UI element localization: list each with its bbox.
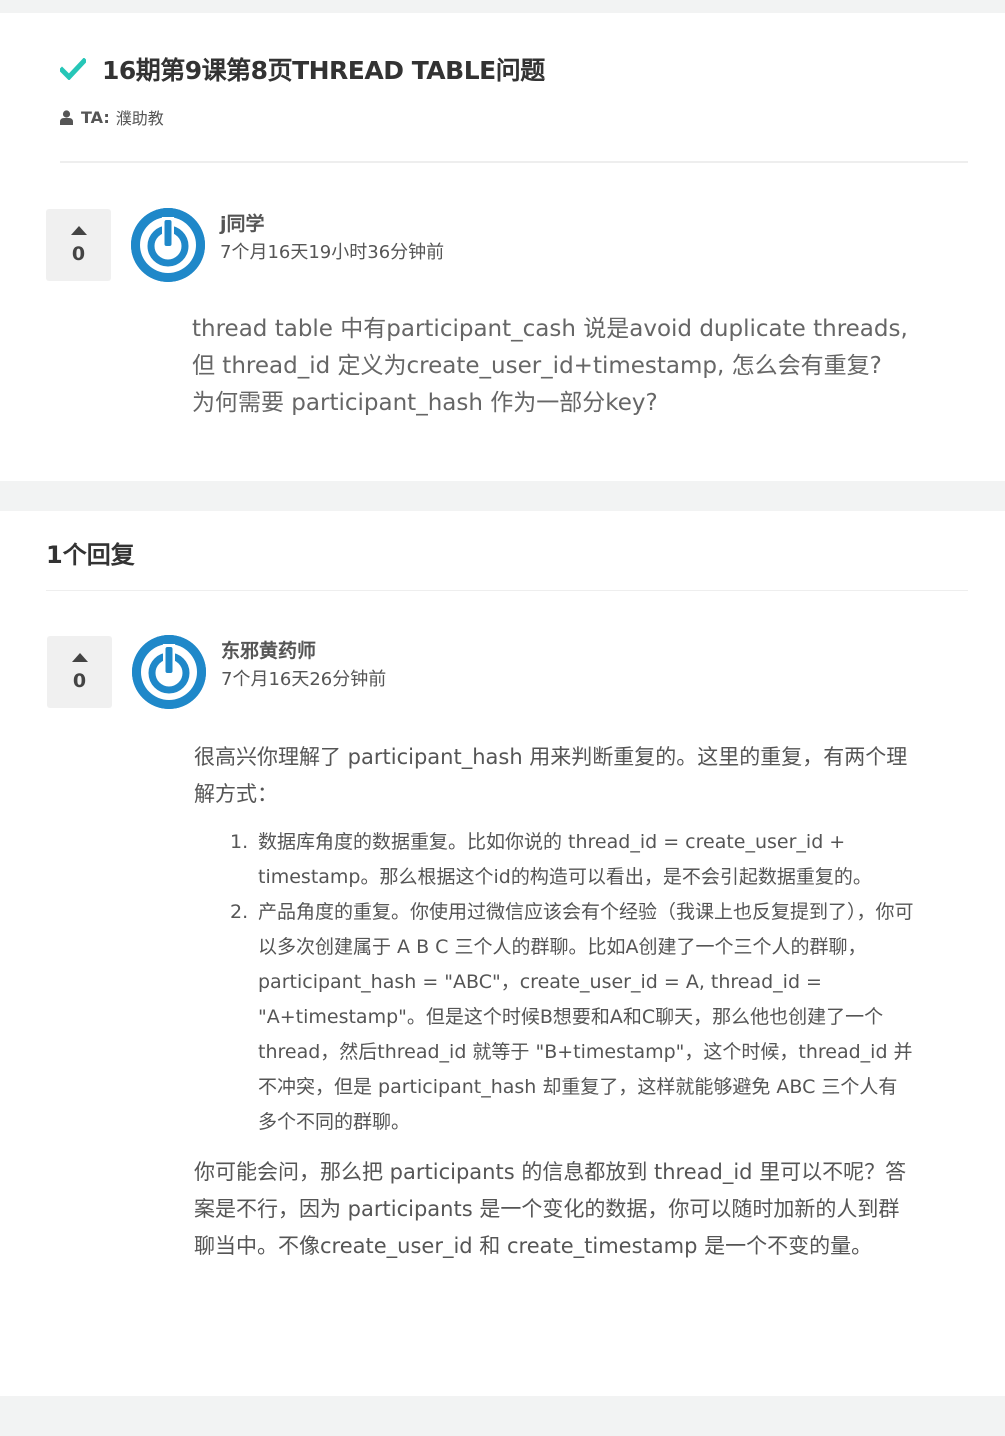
- list-item: 1. 数据库角度的数据重复。比如你说的 thread_id = create_u…: [194, 825, 914, 895]
- vote-up-icon[interactable]: [71, 652, 88, 662]
- vote-count: 0: [71, 242, 86, 265]
- avatar-power-icon: [132, 635, 206, 709]
- vote-up-icon[interactable]: [70, 225, 87, 235]
- answer-list: 1. 数据库角度的数据重复。比如你说的 thread_id = create_u…: [194, 825, 914, 1140]
- ta-name[interactable]: 濮助教: [116, 105, 164, 129]
- question-card: 16期第9课第8页THREAD TABLE问题 TA: 濮助教 0 j同学 7个…: [0, 13, 1005, 481]
- answer-intro: 很高兴你理解了 participant_hash 用来判断重复的。这里的重复，有…: [194, 745, 908, 806]
- list-number: 2.: [230, 901, 249, 923]
- list-item: 2. 产品角度的重复。你使用过微信应该会有个经验（我课上也反复提到了），你可以多…: [194, 895, 914, 1140]
- answer-author[interactable]: 东邪黄药师: [221, 636, 316, 663]
- question-title[interactable]: 16期第9课第8页THREAD TABLE问题: [102, 51, 545, 87]
- list-number: 1.: [230, 831, 249, 853]
- divider: [46, 590, 968, 591]
- answer-body: 很高兴你理解了 participant_hash 用来判断重复的。这里的重复，有…: [194, 739, 914, 1265]
- question-vote-box: 0: [46, 209, 111, 281]
- question-timestamp: 7个月16天19小时36分钟前: [220, 242, 445, 263]
- question-body-text: thread table 中有participant_cash 说是avoid …: [192, 316, 908, 416]
- answer-timestamp: 7个月16天26分钟前: [221, 669, 387, 690]
- reply-count: 1个回复: [46, 541, 135, 569]
- question-title-row: 16期第9课第8页THREAD TABLE问题: [60, 51, 545, 87]
- avatar-power-icon: [131, 208, 205, 282]
- divider: [60, 161, 968, 163]
- user-icon: [60, 109, 73, 125]
- check-icon: [60, 58, 86, 80]
- question-author[interactable]: j同学: [220, 209, 265, 236]
- answer-outro: 你可能会问，那么把 participants 的信息都放到 thread_id …: [194, 1160, 907, 1258]
- answers-card: 1个回复 0 东邪黄药师 7个月16天26分钟前 很高兴你理解了 partici…: [0, 511, 1005, 1396]
- question-body: thread table 中有participant_cash 说是avoid …: [192, 311, 912, 422]
- avatar[interactable]: [131, 208, 205, 282]
- list-item-text: 产品角度的重复。你使用过微信应该会有个经验（我课上也反复提到了），你可以多次创建…: [258, 901, 914, 1133]
- vote-count: 0: [72, 669, 87, 692]
- avatar[interactable]: [132, 635, 206, 709]
- ta-label: TA:: [81, 107, 110, 127]
- list-item-text: 数据库角度的数据重复。比如你说的 thread_id = create_user…: [258, 831, 872, 888]
- ta-row: TA: 濮助教: [60, 105, 164, 129]
- answer-vote-box: 0: [47, 636, 112, 708]
